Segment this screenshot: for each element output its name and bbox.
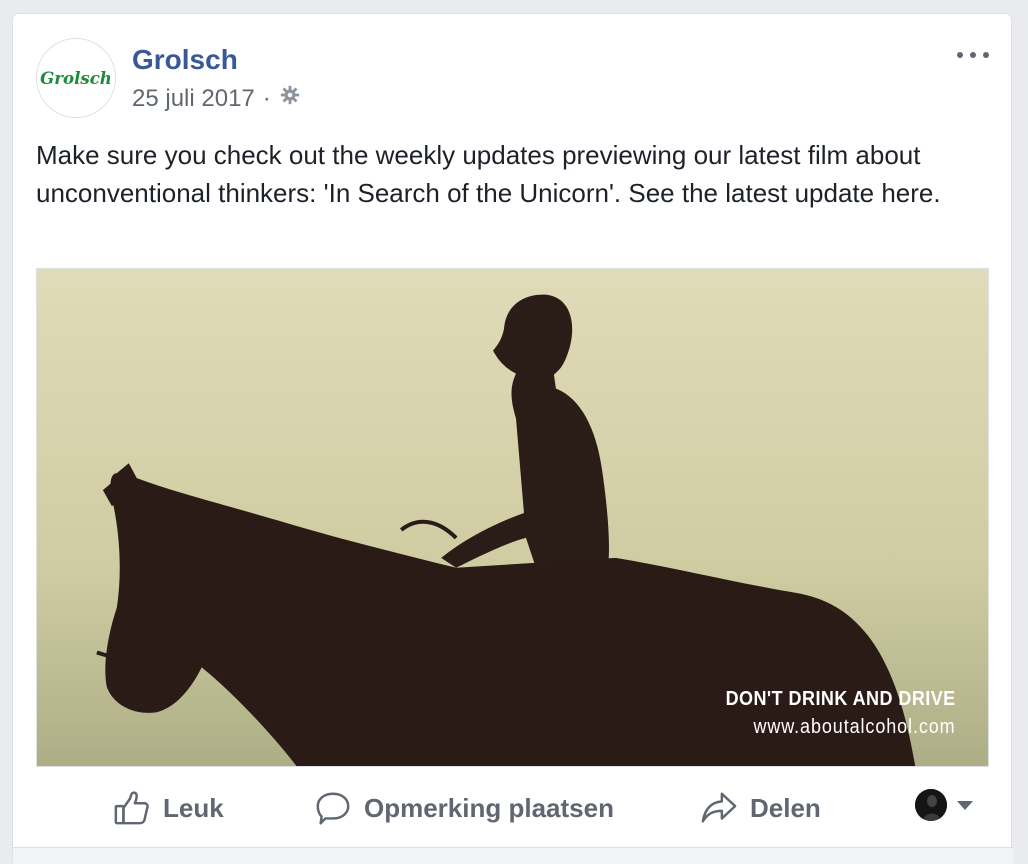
- video-overlay-title: DON'T DRINK AND DRIVE: [725, 688, 956, 710]
- profile-avatar: [915, 789, 947, 821]
- share-label: Delen: [750, 792, 821, 823]
- reaction-profile-selector[interactable]: [915, 789, 973, 821]
- post-video[interactable]: DON'T DRINK AND DRIVE www.aboutalcohol.c…: [36, 268, 989, 767]
- share-icon: [701, 792, 737, 823]
- post-text: Make sure you check out the weekly updat…: [36, 140, 941, 208]
- logo-text: Grolsch: [40, 68, 112, 88]
- action-bar: Leuk Opmerking plaatsen Delen: [13, 778, 1013, 838]
- page-avatar[interactable]: Grolsch: [36, 38, 116, 118]
- ellipsis-icon[interactable]: [957, 48, 989, 62]
- card-footer-divider: [13, 847, 1013, 864]
- post-date[interactable]: 25 juli 2017: [132, 85, 255, 113]
- video-overlay-url: www.aboutalcohol.com: [753, 716, 956, 738]
- like-button[interactable]: Leuk: [113, 778, 224, 838]
- thumbs-up-icon: [114, 791, 149, 825]
- comment-label: Opmerking plaatsen: [364, 792, 614, 823]
- share-button[interactable]: Delen: [700, 778, 821, 838]
- post-meta: 25 juli 2017 ·: [132, 84, 301, 113]
- meta-separator: ·: [262, 84, 271, 112]
- comment-button[interactable]: Opmerking plaatsen: [314, 778, 614, 838]
- chevron-down-icon: [957, 800, 973, 810]
- like-label: Leuk: [163, 792, 224, 823]
- post-card: Grolsch Grolsch 25 juli 2017 · Make sure…: [12, 13, 1013, 864]
- comment-icon: [316, 792, 350, 825]
- page-name-link[interactable]: Grolsch: [132, 44, 238, 76]
- grolsch-logo: Grolsch: [37, 39, 115, 117]
- gear-icon[interactable]: [279, 84, 301, 113]
